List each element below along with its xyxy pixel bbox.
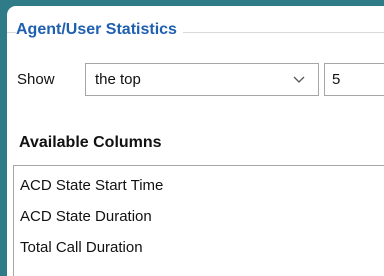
group-title: Agent/User Statistics	[16, 21, 183, 39]
show-mode-value: the top	[95, 71, 141, 88]
show-mode-select[interactable]: the top	[85, 63, 319, 96]
count-input[interactable]: 5	[324, 63, 384, 96]
available-columns-list[interactable]: ACD State Start Time ACD State Duration …	[13, 165, 384, 276]
statistics-panel: Agent/User Statistics Show the top 5 Ava…	[7, 6, 384, 276]
chevron-down-icon[interactable]	[292, 72, 306, 86]
list-item[interactable]: ACD State Duration	[20, 208, 152, 226]
count-value: 5	[332, 71, 341, 88]
list-item[interactable]: ACD State Start Time	[20, 177, 163, 195]
show-label: Show	[17, 71, 55, 88]
available-columns-title: Available Columns	[19, 134, 162, 151]
list-item[interactable]: Total Call Duration	[20, 239, 143, 257]
